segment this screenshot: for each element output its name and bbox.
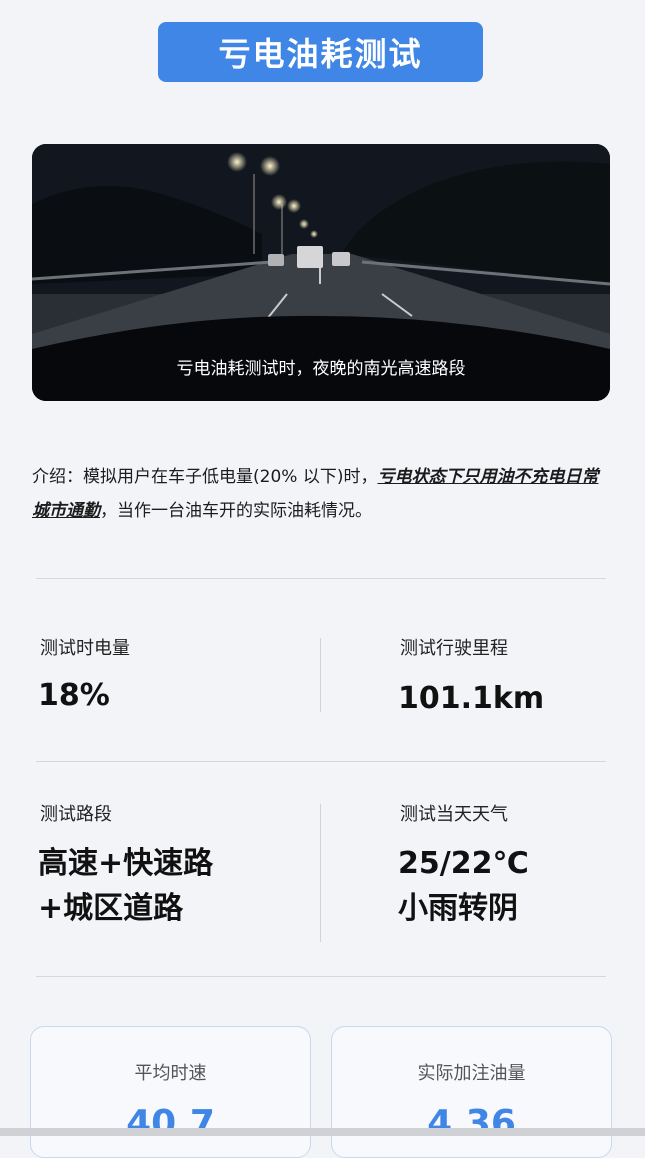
weather-value-line1: 25/22℃ [398,846,529,881]
mileage-label: 测试行驶里程 [400,638,508,659]
avg-speed-label: 平均时速 [134,1063,207,1084]
battery-value: 18% [38,678,110,713]
avg-speed-value: 40.7 [126,1103,215,1144]
page-title: 亏电油耗测试 [218,35,423,73]
battery-label: 测试时电量 [40,638,130,659]
vertical-divider [320,638,321,712]
bottom-bar [0,1128,645,1136]
route-value-line2: +城区道路 [38,891,184,926]
weather-label: 测试当天天气 [400,804,508,825]
mileage-value: 101.1km [398,681,545,716]
intro-text: 介绍：模拟用户在车子低电量(20% 以下)时，亏电状态下只用油不充电日常城市通勤… [32,460,614,528]
fuel-added-label: 实际加注油量 [417,1063,526,1084]
intro-prefix: 介绍：模拟用户在车子低电量(20% 以下)时， [32,467,378,487]
intro-suffix: ，当作一台油车开的实际油耗情况。 [100,501,372,521]
fuel-added-card: 实际加注油量 4.36 [331,1026,612,1158]
divider [36,578,606,579]
avg-speed-card: 平均时速 40.7 [30,1026,311,1158]
vertical-divider [320,804,321,942]
weather-value-line2: 小雨转阴 [398,891,518,926]
hero-caption: 亏电油耗测试时，夜晚的南光高速路段 [176,359,466,379]
divider [36,976,606,977]
hero-image: 亏电油耗测试时，夜晚的南光高速路段 [32,144,610,401]
page-title-banner: 亏电油耗测试 [158,22,483,82]
route-label: 测试路段 [40,804,112,825]
fuel-added-value: 4.36 [427,1103,516,1144]
route-value-line1: 高速+快速路 [38,846,214,881]
divider [36,761,606,762]
